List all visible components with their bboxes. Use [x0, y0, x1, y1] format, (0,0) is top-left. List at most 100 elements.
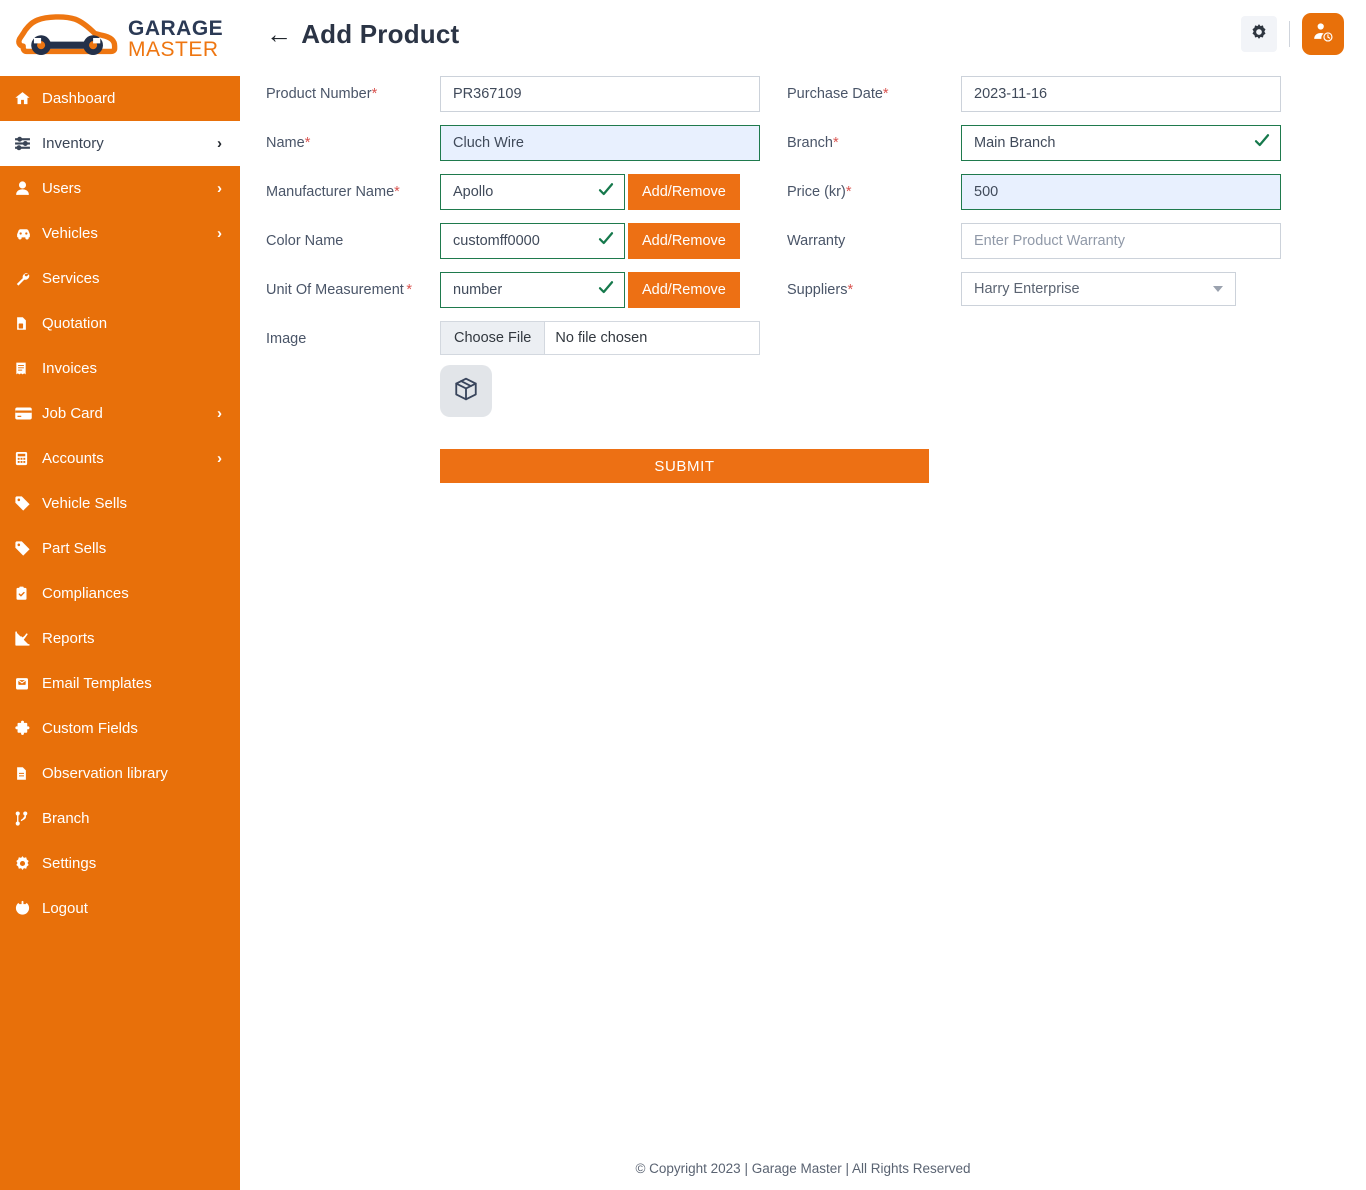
sidebar-item-custom-fields[interactable]: Custom Fields	[0, 706, 240, 751]
sidebar-item-vehicle-sells[interactable]: Vehicle Sells	[0, 481, 240, 526]
field-label: Price (kr)*	[787, 174, 961, 203]
brand-line-2: MASTER	[128, 39, 223, 60]
sidebar-item-services[interactable]: Services	[0, 256, 240, 301]
branch-icon	[14, 810, 40, 827]
profile-button[interactable]	[1302, 13, 1344, 55]
sidebar-item-users[interactable]: Users ›	[0, 166, 240, 211]
sidebar-item-accounts[interactable]: Accounts ›	[0, 436, 240, 481]
required-star: *	[406, 281, 440, 301]
topbar-actions	[1241, 13, 1344, 55]
sidebar-item-branch[interactable]: Branch	[0, 796, 240, 841]
sidebar-item-label: Dashboard	[40, 90, 115, 107]
sidebar-item-label: Inventory	[40, 135, 104, 152]
sidebar-item-reports[interactable]: Reports	[0, 616, 240, 661]
sidebar-item-label: Reports	[40, 630, 95, 647]
sidebar-item-quotation[interactable]: Quotation	[0, 301, 240, 346]
field-suppliers: Suppliers* Harry Enterprise	[787, 272, 1307, 308]
image-file-input[interactable]: Choose File No file chosen	[440, 321, 760, 355]
page-title-text: Add Product	[301, 19, 459, 50]
brand-wordmark: GARAGE MASTER	[128, 16, 223, 61]
sidebar-item-email-templates[interactable]: Email Templates	[0, 661, 240, 706]
color-add-remove-button[interactable]: Add/Remove	[628, 223, 740, 259]
sidebar-item-inventory[interactable]: Inventory ›	[0, 121, 240, 166]
sidebar-item-settings[interactable]: Settings	[0, 841, 240, 886]
gear-icon	[14, 855, 40, 872]
field-price: Price (kr)*	[787, 174, 1307, 210]
car-wrench-logo-icon	[14, 12, 122, 64]
label-text: Product Number	[266, 85, 372, 105]
sliders-icon	[14, 135, 40, 152]
label-text: Branch	[787, 134, 833, 154]
branch-input[interactable]	[961, 125, 1281, 161]
package-box-icon	[453, 376, 479, 407]
field-label: Product Number*	[266, 76, 440, 105]
form-grid: Product Number* Name*	[266, 76, 1344, 496]
field-label: Warranty	[787, 223, 961, 252]
price-input[interactable]	[961, 174, 1281, 210]
purchase-date-input[interactable]	[961, 76, 1281, 112]
product-number-input[interactable]	[440, 76, 760, 112]
sidebar-item-label: Compliances	[40, 585, 129, 602]
required-star: *	[833, 134, 839, 154]
brand-line-1: GARAGE	[128, 18, 223, 39]
form-column-right: Purchase Date* Branch*	[787, 76, 1307, 496]
settings-button[interactable]	[1241, 16, 1277, 52]
sidebar-item-label: Email Templates	[40, 675, 152, 692]
color-input-wrap	[440, 223, 625, 259]
wrench-icon	[14, 270, 40, 287]
chevron-right-icon: ›	[217, 136, 226, 151]
sidebar-item-compliances[interactable]: Compliances	[0, 571, 240, 616]
field-label: Manufacturer Name*	[266, 174, 440, 203]
warranty-input[interactable]	[961, 223, 1281, 259]
label-text: Warranty	[787, 232, 845, 252]
field-label: Name*	[266, 125, 440, 154]
mail-box-icon	[14, 675, 40, 692]
manufacturer-name-input[interactable]	[440, 174, 625, 210]
field-control: Add/Remove	[440, 272, 740, 308]
field-name: Name*	[266, 125, 786, 161]
sidebar-item-job-card[interactable]: Job Card ›	[0, 391, 240, 436]
sidebar-item-invoices[interactable]: Invoices	[0, 346, 240, 391]
sidebar-item-logout[interactable]: Logout	[0, 886, 240, 931]
field-control	[961, 125, 1281, 161]
sidebar-item-vehicles[interactable]: Vehicles ›	[0, 211, 240, 256]
tag-icon	[14, 540, 40, 557]
field-label: Purchase Date*	[787, 76, 961, 105]
required-star: *	[883, 85, 889, 105]
brand-logo[interactable]: GARAGE MASTER	[0, 0, 240, 76]
unit-of-measurement-input[interactable]	[440, 272, 625, 308]
car-icon	[14, 225, 40, 242]
suppliers-select[interactable]: Harry Enterprise	[961, 272, 1236, 306]
chevron-right-icon: ›	[217, 406, 226, 421]
chevron-right-icon: ›	[217, 226, 226, 241]
sidebar: GARAGE MASTER Dashboard Inv	[0, 0, 240, 1190]
manufacturer-add-remove-button[interactable]: Add/Remove	[628, 174, 740, 210]
power-icon	[14, 900, 40, 917]
label-text: Price (kr)	[787, 183, 846, 203]
required-star: *	[305, 134, 311, 154]
gear-icon	[1250, 23, 1268, 46]
sidebar-item-observation-library[interactable]: Observation library	[0, 751, 240, 796]
color-name-input[interactable]	[440, 223, 625, 259]
sidebar-item-label: Users	[40, 180, 81, 197]
sidebar-nav: Dashboard Inventory ›	[0, 76, 240, 931]
field-label: Color Name	[266, 223, 440, 252]
quote-doc-icon	[14, 315, 40, 332]
label-text: Unit Of Measurement	[266, 281, 404, 301]
chart-line-icon	[14, 630, 40, 647]
field-label: Image	[266, 321, 440, 350]
user-icon	[14, 180, 40, 197]
product-name-input[interactable]	[440, 125, 760, 161]
label-text: Manufacturer Name	[266, 183, 394, 203]
choose-file-button[interactable]: Choose File	[441, 322, 545, 354]
back-arrow-icon[interactable]: ←	[266, 21, 292, 47]
sidebar-item-label: Settings	[40, 855, 96, 872]
unit-add-remove-button[interactable]: Add/Remove	[628, 272, 740, 308]
sidebar-item-part-sells[interactable]: Part Sells	[0, 526, 240, 571]
field-purchase-date: Purchase Date*	[787, 76, 1307, 112]
field-control: Harry Enterprise	[961, 272, 1236, 306]
clipboard-check-icon	[14, 585, 40, 602]
sidebar-item-dashboard[interactable]: Dashboard	[0, 76, 240, 121]
calculator-icon	[14, 450, 40, 467]
field-control	[440, 125, 760, 161]
